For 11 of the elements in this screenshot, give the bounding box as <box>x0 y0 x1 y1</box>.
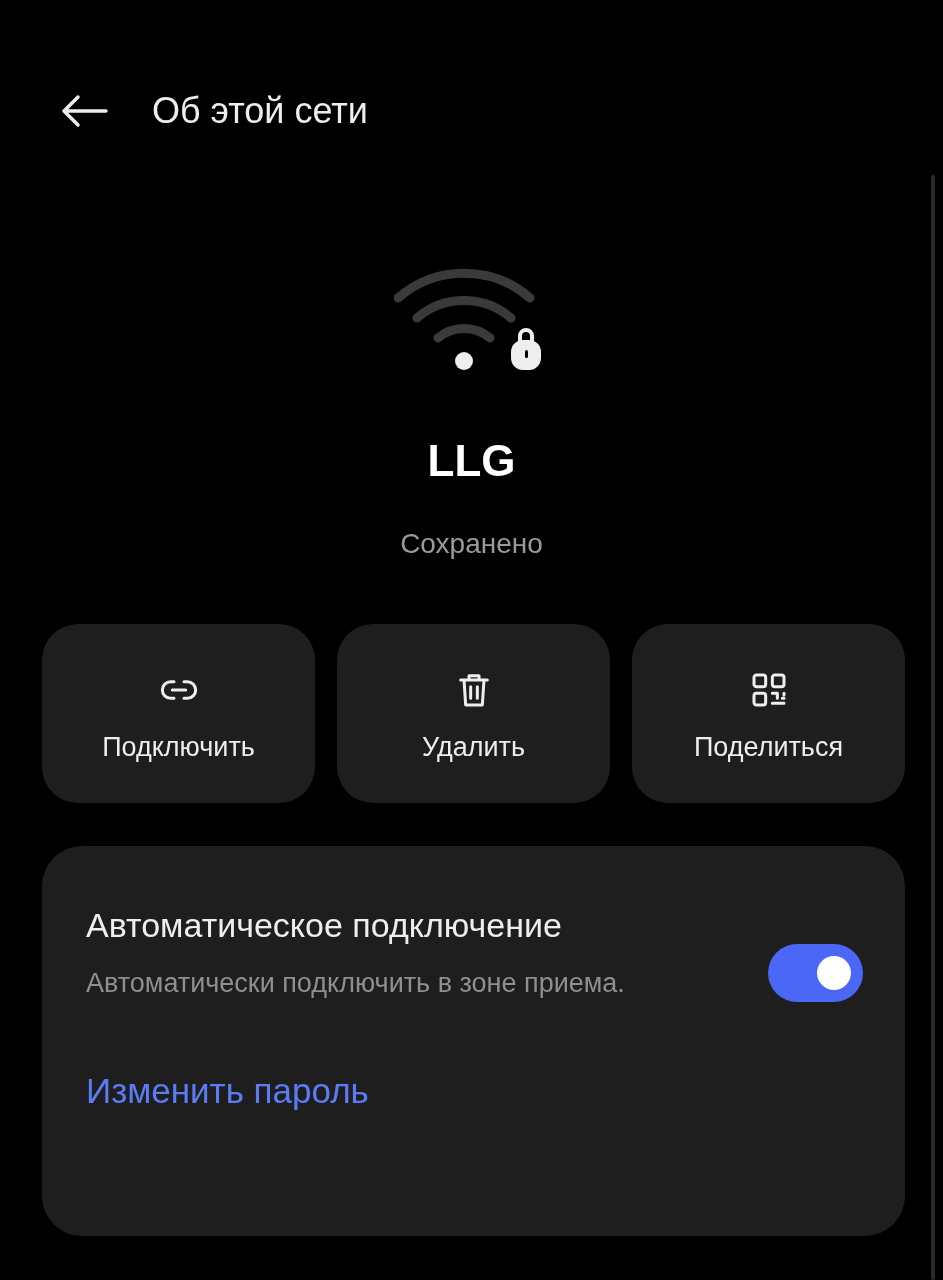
page-title: Об этой сети <box>152 90 368 132</box>
change-password-link[interactable]: Изменить пароль <box>86 1071 369 1111</box>
back-arrow-icon[interactable] <box>60 94 108 128</box>
connect-button[interactable]: Подключить <box>42 624 315 803</box>
network-status: Сохранено <box>400 528 543 560</box>
setting-title: Автоматическое подключение <box>86 906 563 945</box>
delete-button[interactable]: Удалить <box>337 624 610 803</box>
setting-description: Автоматически подключить в зоне приема. <box>86 967 626 1000</box>
network-name: LLG <box>427 436 516 486</box>
auto-connect-toggle[interactable] <box>768 944 863 1002</box>
share-button[interactable]: Поделиться <box>632 624 905 803</box>
